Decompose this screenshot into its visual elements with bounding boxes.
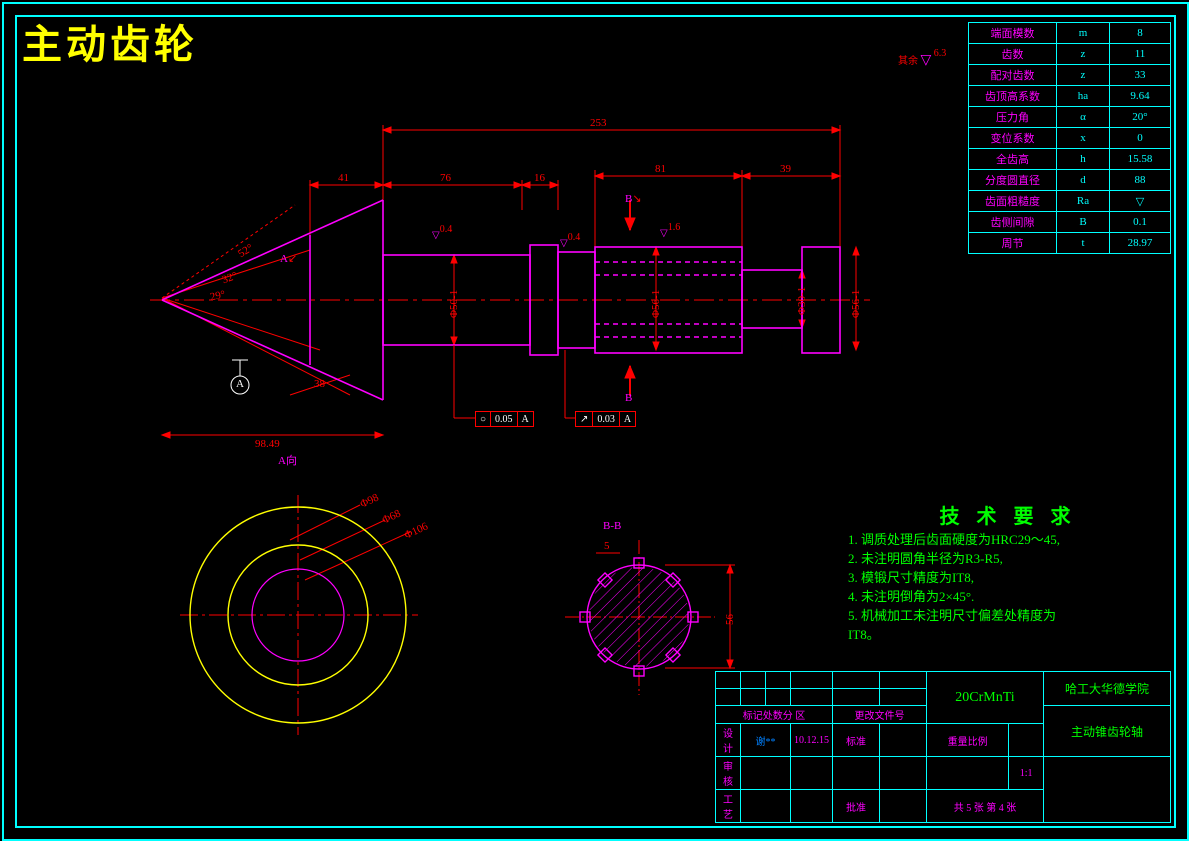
tech-req-block: 技 术 要 求 1. 调质处理后齿面硬度为HRC29～45,2. 未注明圆角半径… (848, 500, 1168, 643)
dim-d56: Φ56-1 (650, 290, 662, 318)
dim-d50: Φ50-1 (448, 290, 460, 318)
gtol-roundness: ○0.05A (475, 411, 534, 427)
surf-1: ▽0.4 (432, 230, 452, 241)
dim-76: 76 (440, 172, 451, 184)
tech-line: IT8。 (848, 624, 1168, 643)
surf-3: ▽1.6 (660, 228, 680, 239)
datum-a: A (236, 378, 244, 390)
dim-98: 98.49 (255, 438, 280, 450)
gtol-runout: ↗0.03A (575, 411, 636, 427)
title-block: 20CrMnTi 哈工大华德学院 标记处数分 区 更改文件号 主动锥齿轮轴 设计… (715, 671, 1171, 823)
dim-41: 41 (338, 172, 349, 184)
dim-39: 39 (780, 163, 791, 175)
tech-line: 1. 调质处理后齿面硬度为HRC29～45, (848, 529, 1168, 548)
surf-2: ▽0.4 (560, 238, 580, 249)
dim-d56b: Φ56-1 (850, 290, 862, 318)
datum-arrow-a: A↙ (280, 252, 297, 265)
dim-38: 38 (314, 378, 325, 390)
dim-d30: Φ30-1 (796, 287, 808, 315)
dim-81: 81 (655, 163, 666, 175)
sec-bb-label: B-B (603, 520, 621, 532)
dim-253: 253 (590, 117, 607, 129)
dim-16: 16 (534, 172, 545, 184)
tech-line: 5. 机械加工未注明尺寸偏差处精度为 (848, 605, 1168, 624)
tech-line: 4. 未注明倒角为2×45°. (848, 586, 1168, 605)
section-b-top: B↘ (625, 192, 642, 205)
section-b-bot: B (625, 392, 632, 404)
dim-bb-56: 56 (724, 614, 736, 625)
view-a-label: A向 (278, 452, 297, 468)
tech-line: 2. 未注明圆角半径为R3-R5, (848, 548, 1168, 567)
dim-bb-5: 5 (604, 540, 610, 552)
tech-line: 3. 模锻尺寸精度为IT8, (848, 567, 1168, 586)
tech-title: 技 术 要 求 (848, 500, 1168, 529)
